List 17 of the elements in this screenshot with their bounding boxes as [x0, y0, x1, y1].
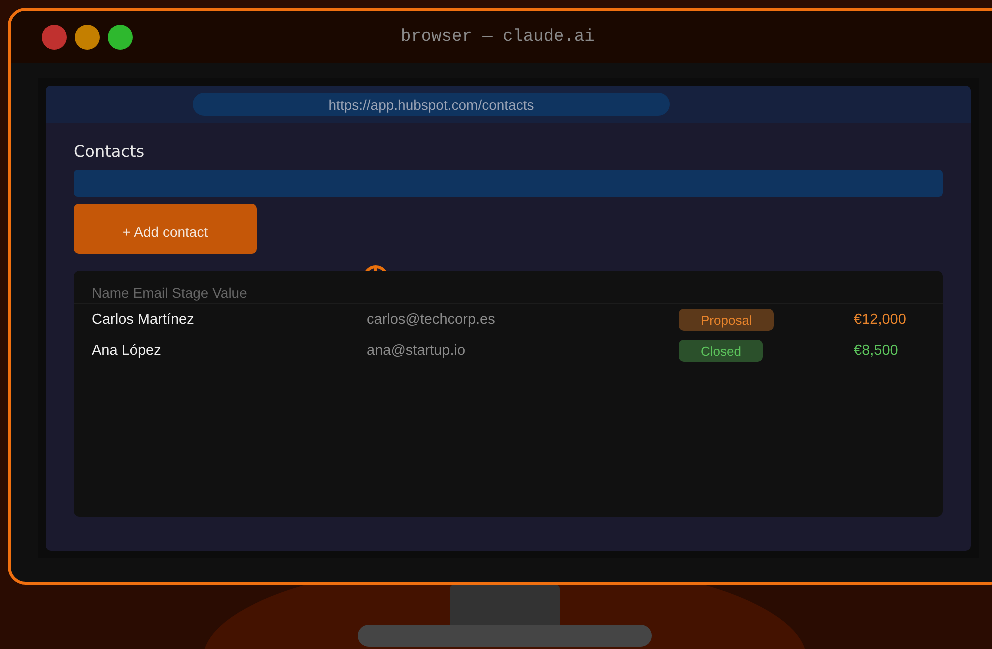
stage-tag: Proposal	[679, 309, 774, 331]
contact-email: carlos@techcorp.es	[367, 312, 496, 328]
window-control-dot[interactable]	[75, 24, 100, 50]
deal-value: €8,500	[854, 343, 898, 359]
table-header: Name Email Stage Value	[92, 284, 248, 302]
stage-tag: Closed	[679, 340, 764, 362]
address-field[interactable]: https://app.hubspot.com/contacts	[193, 93, 670, 116]
page-title: Contacts	[74, 142, 145, 161]
window-title: browser — claude.ai	[401, 28, 595, 47]
deal-value: €12,000	[854, 312, 906, 328]
contact-name: Ana López	[92, 343, 162, 359]
contact-name: Carlos Martínez	[92, 312, 196, 328]
window-control-dot[interactable]	[42, 24, 67, 50]
search-field[interactable]	[74, 170, 943, 197]
contact-email: ana@startup.io	[367, 343, 467, 359]
add-contact-button[interactable]: + Add contact	[74, 204, 257, 254]
window-control-dot[interactable]	[108, 24, 133, 50]
